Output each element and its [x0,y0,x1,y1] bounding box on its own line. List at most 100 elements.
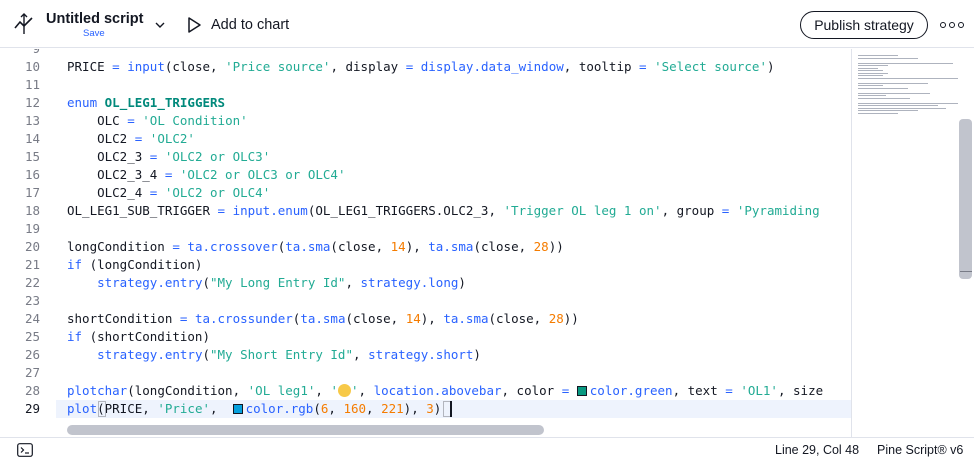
code-line[interactable]: if (longCondition) [67,256,202,274]
code-area[interactable]: PRICE = input(close, 'Price source', dis… [67,49,851,429]
chevron-down-icon[interactable] [153,18,167,32]
code-token: = [721,203,737,218]
code-line[interactable]: strategy.entry("My Short Entry Id", stra… [67,346,481,364]
script-title[interactable]: Untitled script [46,11,156,27]
code-token: = [172,239,188,254]
code-line[interactable]: longCondition = ta.crossover(ta.sma(clos… [67,238,564,256]
minimap-line [858,87,908,89]
code-line[interactable]: OLC2_4 = 'OLC2 or OLC4' [67,184,270,202]
code-token: = [164,167,180,182]
code-token: = [112,59,128,74]
line-number: 19 [24,221,40,236]
minimap-line [858,92,930,94]
code-token: ta.sma [428,239,474,254]
vertical-scrollbar[interactable] [959,119,972,279]
dot [958,22,964,28]
code-token: ) [458,275,466,290]
code-line[interactable]: plot(PRICE, 'Price', color.rgb(6, 160, 2… [67,400,441,418]
line-number: 22 [24,275,40,290]
code-token: , size [777,383,824,398]
code-token: 221 [381,401,404,416]
code-token: , [366,401,382,416]
more-options-icon[interactable] [940,16,964,34]
editor-toolbar: Untitled script Save Add to chart Publis… [0,0,974,48]
save-link[interactable]: Save [83,28,105,39]
code-token: strategy.long [360,275,459,290]
minimap-line [858,62,953,64]
minimap-line [858,112,898,114]
code-token: OLC2_3_4 [67,167,165,182]
code-token: ), [405,239,429,254]
code-token: , [358,383,374,398]
code-token: input [127,59,165,74]
minimap-line [858,105,938,107]
color-swatch-icon[interactable] [576,386,587,396]
code-line[interactable]: PRICE = input(close, 'Price source', dis… [67,58,775,76]
minimap[interactable] [851,49,974,437]
console-icon[interactable] [17,443,33,457]
code-token: location.abovebar [373,383,502,398]
code-token: (close, [345,311,406,326]
code-token: ' [350,383,359,398]
code-token: , [315,383,331,398]
line-number: 15 [24,149,40,164]
code-token: 'Price source' [225,59,331,74]
line-number: 14 [24,131,40,146]
code-token: if [67,329,90,344]
code-token: , [328,401,344,416]
code-token: OL_LEG1_SUB_TRIGGER [67,203,218,218]
code-token: 'OLC2' [149,131,195,146]
code-token: (shortCondition) [89,329,210,344]
code-token: 'OLC2 or OLC4' [164,185,271,200]
line-number: 17 [24,185,40,200]
code-token: color.rgb [245,401,314,416]
code-token: OLC2 [67,131,135,146]
code-token: , text [672,383,726,398]
code-token: , tooltip [563,59,640,74]
line-number: 18 [24,203,40,218]
minimap-line [858,102,958,104]
code-token: strategy.short [368,347,474,362]
text-cursor [450,401,452,417]
code-token: ) [473,347,481,362]
code-token: ta.crossunder [194,311,293,326]
language-version[interactable]: Pine Script® v6 [877,443,963,457]
color-swatch-icon[interactable] [232,404,243,414]
code-token: = [561,383,577,398]
line-number: 16 [24,167,40,182]
add-to-chart-button[interactable]: Add to chart [186,12,289,38]
code-token: 'OLC2 or OLC3' [164,149,271,164]
code-line[interactable]: OLC = 'OL Condition' [67,112,248,130]
script-title-area[interactable]: Untitled script Save [46,11,156,39]
line-number: 9 [0,49,40,58]
code-line[interactable]: OL_LEG1_SUB_TRIGGER = input.enum(OL_LEG1… [67,202,820,220]
code-token: PRICE [67,59,113,74]
code-line[interactable]: OLC2_3 = 'OLC2 or OLC3' [67,148,270,166]
code-token: = [127,113,143,128]
add-to-chart-label: Add to chart [211,17,290,33]
minimap-line [858,65,888,67]
line-number-gutter: 9 10 11 12 13 14 15 16 17 18 19 20 21 22 23 24 25 26 27 28… [0,49,56,437]
code-token: 160 [343,401,367,416]
code-token: , [210,401,233,416]
code-line[interactable]: shortCondition = ta.crossunder(ta.sma(cl… [67,310,579,328]
publish-strategy-button[interactable]: Publish strategy [800,11,928,39]
minimap-line [858,107,946,109]
code-token: = [405,59,421,74]
code-line[interactable]: OLC2 = 'OLC2' [67,130,195,148]
cursor-position[interactable]: Line 29, Col 48 [775,443,859,457]
code-line[interactable]: enum OL_LEG1_TRIGGERS [67,94,225,112]
code-line[interactable]: if (shortCondition) [67,328,210,346]
code-token: ( [202,275,210,290]
code-token: (close, [488,311,549,326]
code-editor[interactable]: 9 10 11 12 13 14 15 16 17 18 19 20 21 22 23 24 25 26 27 28… [0,49,974,437]
horizontal-scrollbar[interactable] [67,425,544,435]
code-line[interactable]: strategy.entry("My Long Entry Id", strat… [67,274,466,292]
code-token: (close, [164,59,226,74]
code-line[interactable]: plotchar(longCondition, 'OL leg1', ' ', l… [67,382,823,400]
code-line[interactable]: OLC2_3_4 = 'OLC2 or OLC3 or OLC4' [67,166,345,184]
code-token: 'OLC2 or OLC3 or OLC4' [179,167,346,182]
minimap-line [858,75,883,77]
pine-script-icon [14,13,33,34]
